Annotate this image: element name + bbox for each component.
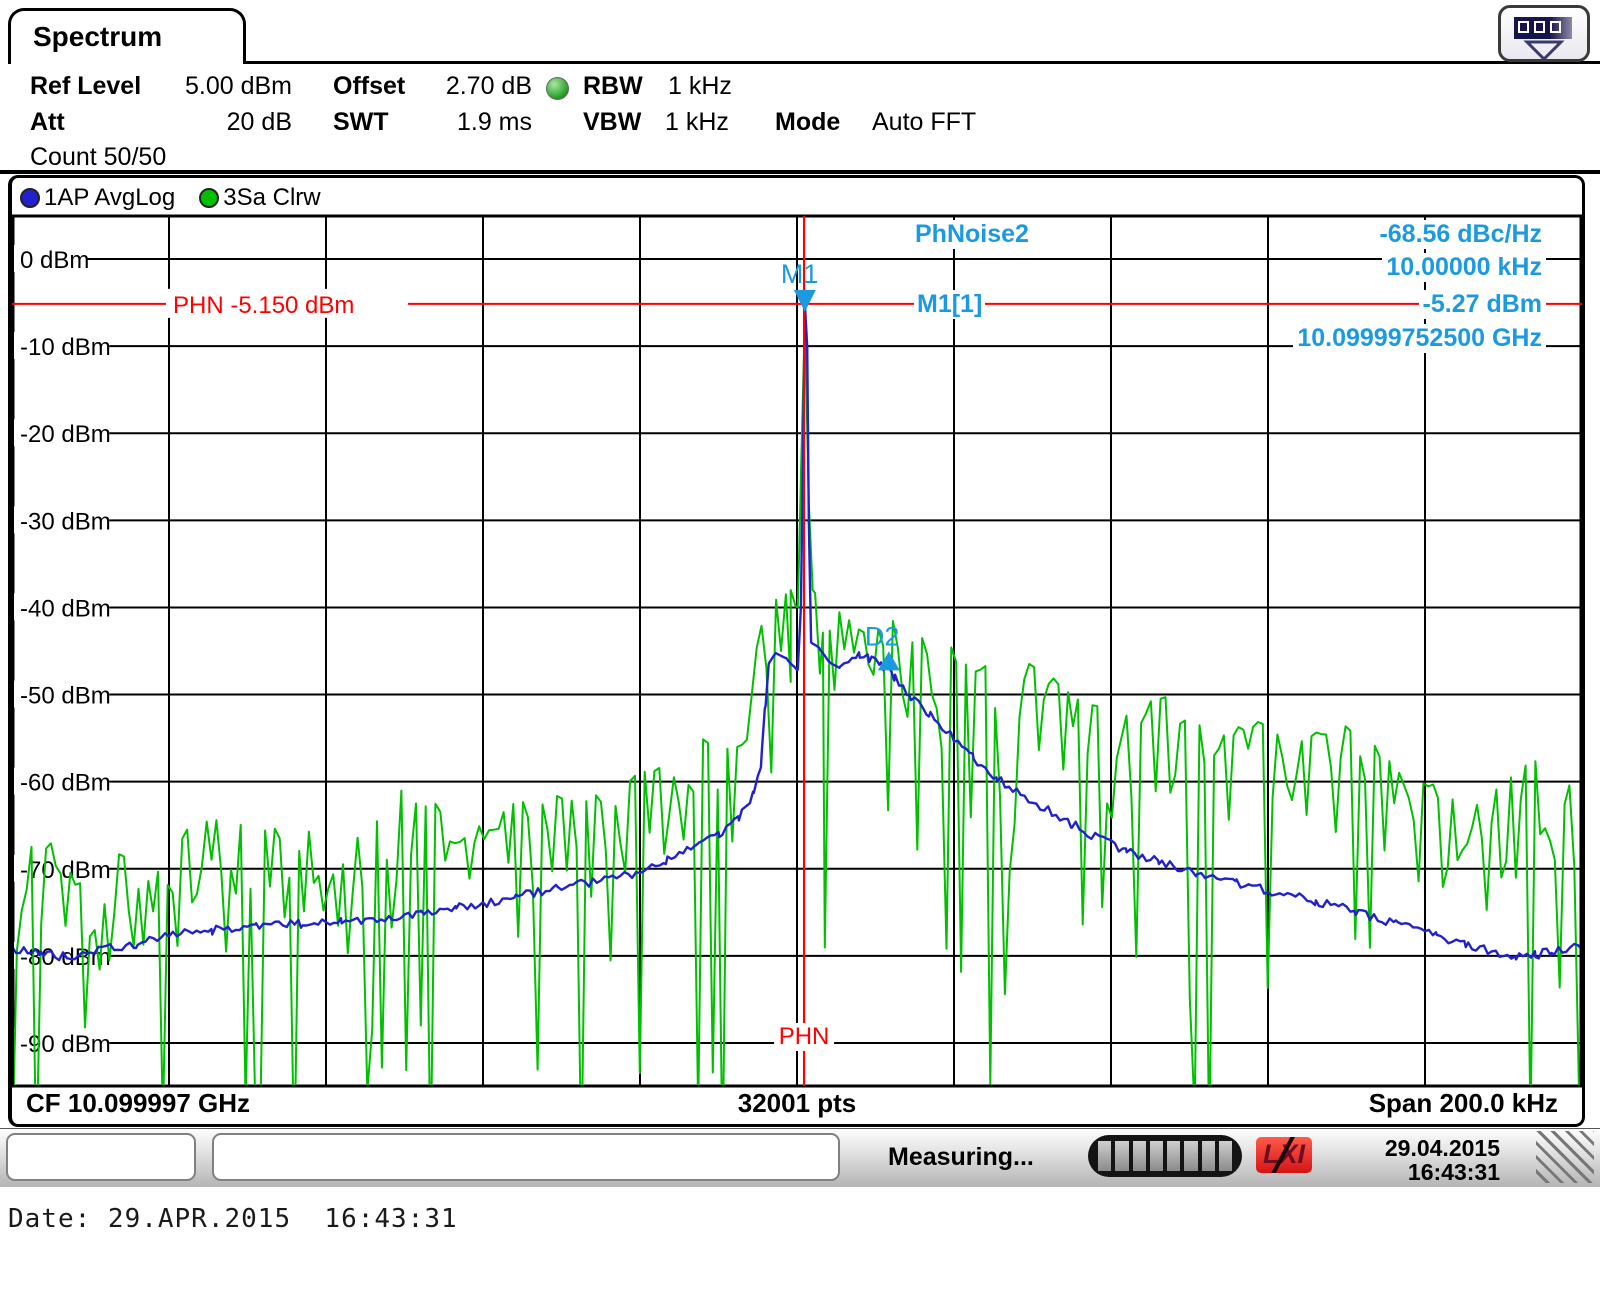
hardcopy-date-caption: Date: 29.APR.2015 16:43:31 — [8, 1204, 458, 1234]
offset-value[interactable]: 2.70 dB — [420, 72, 532, 101]
status-date: 29.04.2015 — [1300, 1135, 1500, 1162]
swt-value[interactable]: 1.9 ms — [420, 108, 532, 137]
y-axis-tick: 0 dBm — [20, 247, 89, 274]
center-frequency[interactable]: CF 10.099997 GHz — [26, 1088, 250, 1119]
att-label: Att — [30, 108, 65, 137]
y-axis-tick: -40 dBm — [20, 595, 111, 622]
y-axis-tick: -60 dBm — [20, 770, 111, 797]
vbw-label: VBW — [583, 108, 641, 137]
header-separator — [0, 170, 1600, 174]
y-axis-tick: -20 dBm — [20, 421, 111, 448]
mode-value[interactable]: Auto FFT — [872, 108, 976, 137]
offset-label: Offset — [333, 72, 405, 101]
trace-3sa-clrw — [12, 316, 1579, 1124]
instrument-screen: Spectrum Ref Level 5.00 dBm Offset 2.70 … — [0, 0, 1600, 1292]
phnoise-value: -68.56 dBc/Hz — [1375, 220, 1546, 249]
resize-grip[interactable] — [1536, 1131, 1594, 1183]
phnoise-label[interactable]: PhNoise2 — [912, 220, 1032, 249]
m1-level-value: -5.27 dBm — [1419, 290, 1546, 319]
measuring-status: Measuring... — [888, 1143, 1034, 1172]
y-axis-tick: -70 dBm — [20, 857, 111, 884]
chevron-down-icon — [1501, 40, 1587, 62]
m1-freq-value: 10.09999752500 GHz — [1293, 324, 1546, 353]
span-value[interactable]: Span 200.0 kHz — [1369, 1088, 1558, 1119]
spectrum-plot[interactable]: 0 dBm -10 dBm -20 dBm -30 dBm -40 dBm -50 dBm… — [12, 178, 1582, 1124]
window-bar-icon — [1514, 17, 1572, 39]
tab-title: Spectrum — [33, 21, 162, 53]
rbw-label: RBW — [583, 72, 643, 101]
tab-spectrum[interactable]: Spectrum — [8, 8, 246, 64]
diagram-area: 1AP AvgLog 3Sa Clrw 0 dBm-10 dBm-20 dBm-… — [8, 175, 1585, 1127]
m1-readout-label[interactable]: M1[1] — [914, 290, 985, 319]
rbw-value[interactable]: 1 kHz — [668, 72, 732, 101]
phnoise-offset: 10.00000 kHz — [1382, 253, 1546, 282]
phn-vertical-label: PHN — [779, 1023, 830, 1050]
softkey-slot-2[interactable] — [212, 1133, 840, 1181]
phn-level-label: PHN -5.150 dBm — [173, 292, 354, 319]
sweep-points: 32001 pts — [738, 1088, 857, 1119]
sweep-progress-bar — [1088, 1135, 1242, 1177]
swt-label: SWT — [333, 108, 389, 137]
ref-level-value[interactable]: 5.00 dBm — [160, 72, 292, 101]
ref-level-label: Ref Level — [30, 72, 141, 101]
status-led-icon — [546, 77, 569, 100]
marker-m1-label: M1 — [781, 259, 819, 289]
y-axis-tick: -50 dBm — [20, 683, 111, 710]
marker-d2-label: D2 — [865, 621, 900, 651]
status-bar: Measuring... LXI 29.04.2015 16:43:31 — [0, 1128, 1600, 1187]
tabbar-divider — [8, 61, 1600, 64]
att-value[interactable]: 20 dB — [160, 108, 292, 137]
y-axis-tick: -10 dBm — [20, 334, 111, 361]
marker-d2[interactable] — [878, 651, 900, 670]
vbw-value[interactable]: 1 kHz — [665, 108, 729, 137]
softkey-slot-1[interactable] — [6, 1133, 196, 1181]
count-value: Count 50/50 — [30, 143, 166, 172]
display-menu-button[interactable] — [1498, 5, 1590, 62]
y-axis-tick: -30 dBm — [20, 508, 111, 535]
status-time: 16:43:31 — [1300, 1159, 1500, 1186]
mode-label: Mode — [775, 108, 840, 137]
